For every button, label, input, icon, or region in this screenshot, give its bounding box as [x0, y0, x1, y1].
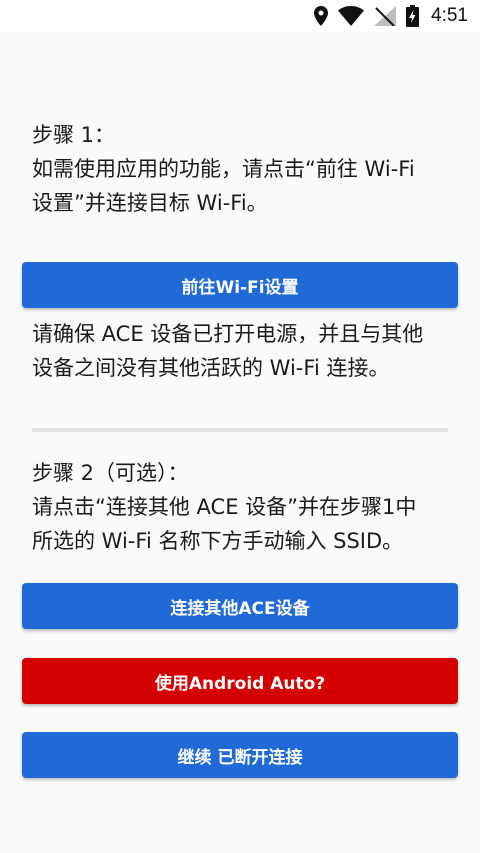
- step1-text-line2: 设置”并连接目标 Wi-Fi。: [32, 191, 268, 215]
- step2-text-line1: 请点击“连接其他 ACE 设备”并在步骤1中: [32, 495, 417, 519]
- step1-instructions: 步骤 1： 如需使用应用的功能，请点击“前往 Wi-Fi 设置”并连接目标 Wi…: [32, 118, 452, 220]
- location-icon: [314, 6, 329, 26]
- step1-note: 请确保 ACE 设备已打开电源，并且与其他 设备之间没有其他活跃的 Wi-Fi …: [32, 317, 452, 385]
- step2-text-line2: 所选的 Wi-Fi 名称下方手动输入 SSID。: [32, 529, 404, 553]
- connect-other-ace-button[interactable]: 连接其他ACE设备: [22, 583, 458, 629]
- section-divider: [32, 428, 448, 432]
- continue-disconnected-button[interactable]: 继续 已断开连接: [22, 732, 458, 778]
- step1-note-line2: 设备之间没有其他活跃的 Wi-Fi 连接。: [32, 356, 390, 380]
- status-bar: 4:51: [0, 0, 480, 32]
- step2-instructions: 步骤 2（可选）： 请点击“连接其他 ACE 设备”并在步骤1中 所选的 Wi-…: [32, 456, 452, 558]
- wifi-icon: [338, 6, 365, 26]
- main-content: 步骤 1： 如需使用应用的功能，请点击“前往 Wi-Fi 设置”并连接目标 Wi…: [0, 32, 480, 853]
- status-time: 4:51: [431, 5, 468, 26]
- step1-note-line1: 请确保 ACE 设备已打开电源，并且与其他: [32, 322, 424, 346]
- use-android-auto-button[interactable]: 使用Android Auto?: [22, 658, 458, 704]
- step1-heading: 步骤 1：: [32, 123, 116, 147]
- step2-heading: 步骤 2（可选）：: [32, 461, 189, 485]
- step1-text-line1: 如需使用应用的功能，请点击“前往 Wi-Fi: [32, 157, 415, 181]
- status-icons: 4:51: [314, 0, 468, 32]
- battery-charging-icon: [406, 5, 420, 27]
- wifi-settings-button[interactable]: 前往Wi-Fi设置: [22, 262, 458, 308]
- no-signal-icon: [374, 6, 397, 26]
